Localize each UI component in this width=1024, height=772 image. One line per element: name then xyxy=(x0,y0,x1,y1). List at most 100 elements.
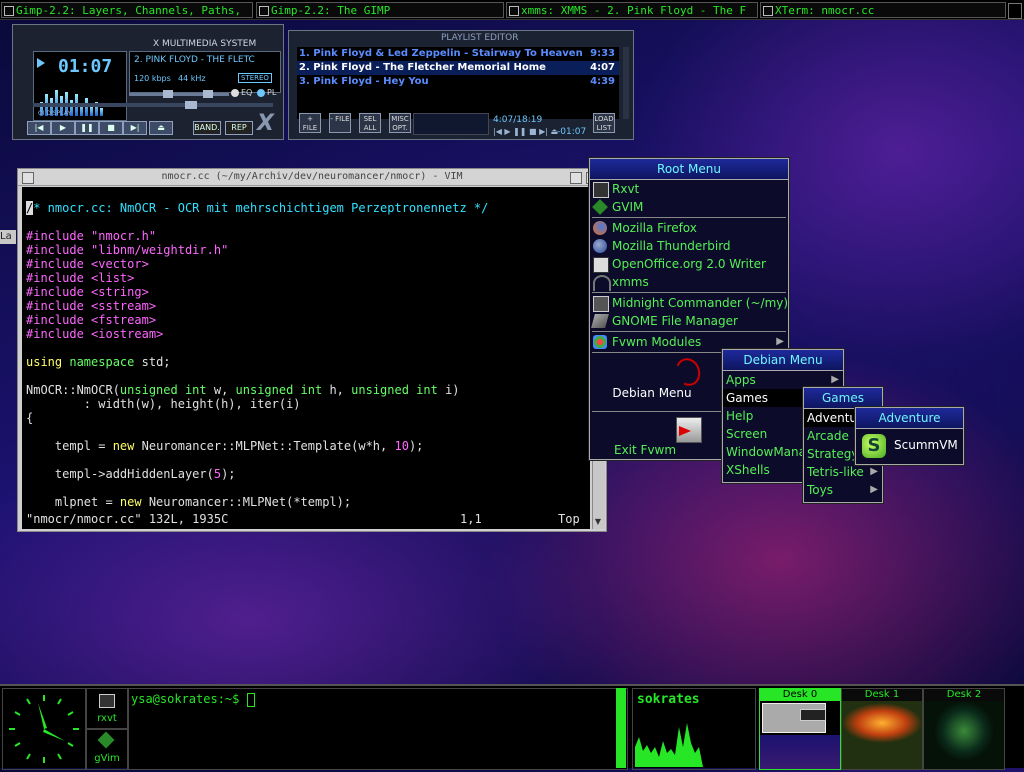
playlist-item[interactable]: 1. Pink Floyd & Led Zeppelin - Stairway … xyxy=(297,47,619,61)
menu-item-thunderbird[interactable]: Mozilla Thunderbird xyxy=(590,237,788,255)
track-length: 9:33 xyxy=(590,48,615,59)
stereo-indicator: STEREO xyxy=(238,73,272,83)
song-title: 2. PINK FLOYD - THE FLETC xyxy=(134,55,255,65)
task-gimp-layers[interactable]: Gimp-2.2: Layers, Channels, Paths, xyxy=(1,2,253,18)
add-file-button[interactable]: + FILE xyxy=(299,113,321,133)
menu-item-label: GNOME File Manager xyxy=(612,314,738,328)
menu-item-midnight-commander[interactable]: Midnight Commander (~/my) xyxy=(590,294,788,312)
vim-titlebar[interactable]: nmocr.cc (~/my/Archiv/dev/neuromancer/nm… xyxy=(18,169,606,186)
vu-bar xyxy=(100,108,103,116)
desk-2[interactable]: Desk 2 xyxy=(923,688,1005,770)
seek-handle[interactable] xyxy=(185,101,197,109)
menu-item-label: Screen xyxy=(726,427,768,441)
window-menu-button[interactable] xyxy=(22,172,34,184)
menu-item-label: Exit Fvwm xyxy=(614,443,677,457)
task-label: XTerm: nmocr.cc xyxy=(775,4,875,17)
scroll-down-icon[interactable]: ▼ xyxy=(593,517,603,527)
menu-item-xmms[interactable]: xmms xyxy=(590,273,788,291)
eject-button[interactable]: ⏏ xyxy=(149,121,173,135)
status-scroll: Top xyxy=(558,512,580,526)
terminal-panel[interactable]: ysa@sokrates:~$ xyxy=(128,688,628,770)
submenu-arrow-icon: ▶ xyxy=(870,466,878,477)
playlist-editor: PLAYLIST EDITOR 1. Pink Floyd & Led Zepp… xyxy=(288,30,634,140)
load-list-button[interactable]: LOAD LIST xyxy=(593,113,615,133)
terminal-icon xyxy=(99,694,115,708)
track-title: 1. Pink Floyd & Led Zeppelin - Stairway … xyxy=(299,48,583,59)
playlist-item[interactable]: 2. Pink Floyd - The Fletcher Memorial Ho… xyxy=(297,61,619,75)
menu-item-label: Arcade xyxy=(807,429,849,443)
menu-item-openoffice[interactable]: OpenOffice.org 2.0 Writer xyxy=(590,255,788,273)
xmms-info-panel: 2. PINK FLOYD - THE FLETC 120 kbps 44 kH… xyxy=(129,51,281,93)
playlist-scrollbar[interactable] xyxy=(623,47,629,119)
mini-controls[interactable]: |◀ ▶ ❚❚ ■ ▶| ⏏ xyxy=(493,127,558,136)
playlist-item[interactable]: 3. Pink Floyd - Hey You 4:39 xyxy=(297,75,619,89)
menu-item-label: Games xyxy=(726,391,768,405)
launcher-rxvt[interactable]: rxvt xyxy=(86,688,128,730)
desk-wallpaper xyxy=(842,701,922,769)
xmms-logo: X xyxy=(257,111,274,136)
samplerate: 44 kHz xyxy=(178,74,206,83)
menu-item-gvim[interactable]: GVIM xyxy=(590,198,788,216)
terminal-scrollbar[interactable] xyxy=(616,688,626,768)
play-state-icon xyxy=(37,58,45,68)
misc-options-button[interactable]: MISC OPT. xyxy=(389,113,411,133)
games-item-tetris-like[interactable]: Tetris-like ▶ xyxy=(804,463,882,481)
vim-window: nmocr.cc (~/my/Archiv/dev/neuromancer/nm… xyxy=(17,168,607,532)
menu-item-file-manager[interactable]: GNOME File Manager xyxy=(590,312,788,330)
volume-slider[interactable] xyxy=(129,93,229,96)
vu-bar xyxy=(85,98,88,116)
desk-1[interactable]: Desk 1 xyxy=(841,688,923,770)
band-button[interactable]: BAND. xyxy=(193,121,221,135)
desk-window-thumb xyxy=(800,709,826,721)
prev-button[interactable]: |◀ xyxy=(27,121,51,135)
menu-item-label: Rxvt xyxy=(612,182,640,196)
select-all-button[interactable]: SEL ALL xyxy=(359,113,381,133)
desk-label: Desk 2 xyxy=(924,689,1004,701)
checkbox-icon xyxy=(763,6,773,16)
task-label: Gimp-2.2: The GIMP xyxy=(271,4,391,17)
scummvm-icon: S xyxy=(862,434,886,458)
menu-item-rxvt[interactable]: Rxvt xyxy=(590,180,788,198)
playlist-list: 1. Pink Floyd & Led Zeppelin - Stairway … xyxy=(297,47,619,119)
next-button[interactable]: ▶| xyxy=(123,121,147,135)
playlist-visual xyxy=(413,113,489,135)
menu-item-label: XShells xyxy=(726,463,770,477)
exit-door-icon xyxy=(676,417,702,443)
computer-icon xyxy=(593,296,609,312)
task-scroll-button[interactable] xyxy=(1008,3,1022,19)
seek-bar[interactable] xyxy=(33,103,273,107)
games-menu-title: Games xyxy=(804,388,882,409)
pl-toggle[interactable] xyxy=(257,89,265,97)
task-gimp-main[interactable]: Gimp-2.2: The GIMP xyxy=(256,2,504,18)
code-area: /* nmocr.cc: NmOCR - OCR mit mehrschicht… xyxy=(26,201,489,509)
task-xterm[interactable]: XTerm: nmocr.cc xyxy=(760,2,1006,18)
vim-editor[interactable]: /* nmocr.cc: NmOCR - OCR mit mehrschicht… xyxy=(22,187,590,529)
bottom-panel: rxvt gVim ysa@sokrates:~$ sokrates Desk … xyxy=(0,684,1024,770)
eq-label: EQ xyxy=(241,88,253,97)
side-window-label[interactable]: La xyxy=(0,230,16,244)
rep-button[interactable]: REP xyxy=(225,121,253,135)
playlist-total-time: 4:07/18:19 xyxy=(493,115,543,125)
stop-button[interactable]: ■ xyxy=(99,121,123,135)
track-length: 4:07 xyxy=(590,62,615,73)
launcher-gvim[interactable]: gVim xyxy=(86,728,128,770)
remove-file-button[interactable]: - FILE xyxy=(329,113,351,133)
menu-item-label: ScummVM xyxy=(894,438,958,452)
menu-item-scummvm[interactable]: S ScummVM xyxy=(856,429,963,463)
modules-icon xyxy=(593,335,607,349)
load-graph xyxy=(635,723,703,767)
play-button[interactable]: ▶ xyxy=(51,121,75,135)
minimize-button[interactable] xyxy=(570,172,582,184)
track-length: 4:39 xyxy=(590,76,615,87)
balance-handle[interactable] xyxy=(203,90,213,98)
games-item-toys[interactable]: Toys ▶ xyxy=(804,481,882,499)
desk-0[interactable]: Desk 0 xyxy=(759,688,841,770)
menu-item-firefox[interactable]: Mozilla Firefox xyxy=(590,219,788,237)
eq-toggle[interactable] xyxy=(231,89,239,97)
clock-face-icon xyxy=(9,695,79,763)
volume-handle[interactable] xyxy=(163,90,173,98)
pause-button[interactable]: ❚❚ xyxy=(75,121,99,135)
task-xmms[interactable]: xmms: XMMS - 2. Pink Floyd - The F xyxy=(506,2,758,18)
menu-item-label: Tetris-like xyxy=(807,465,864,479)
menu-separator xyxy=(592,217,786,218)
